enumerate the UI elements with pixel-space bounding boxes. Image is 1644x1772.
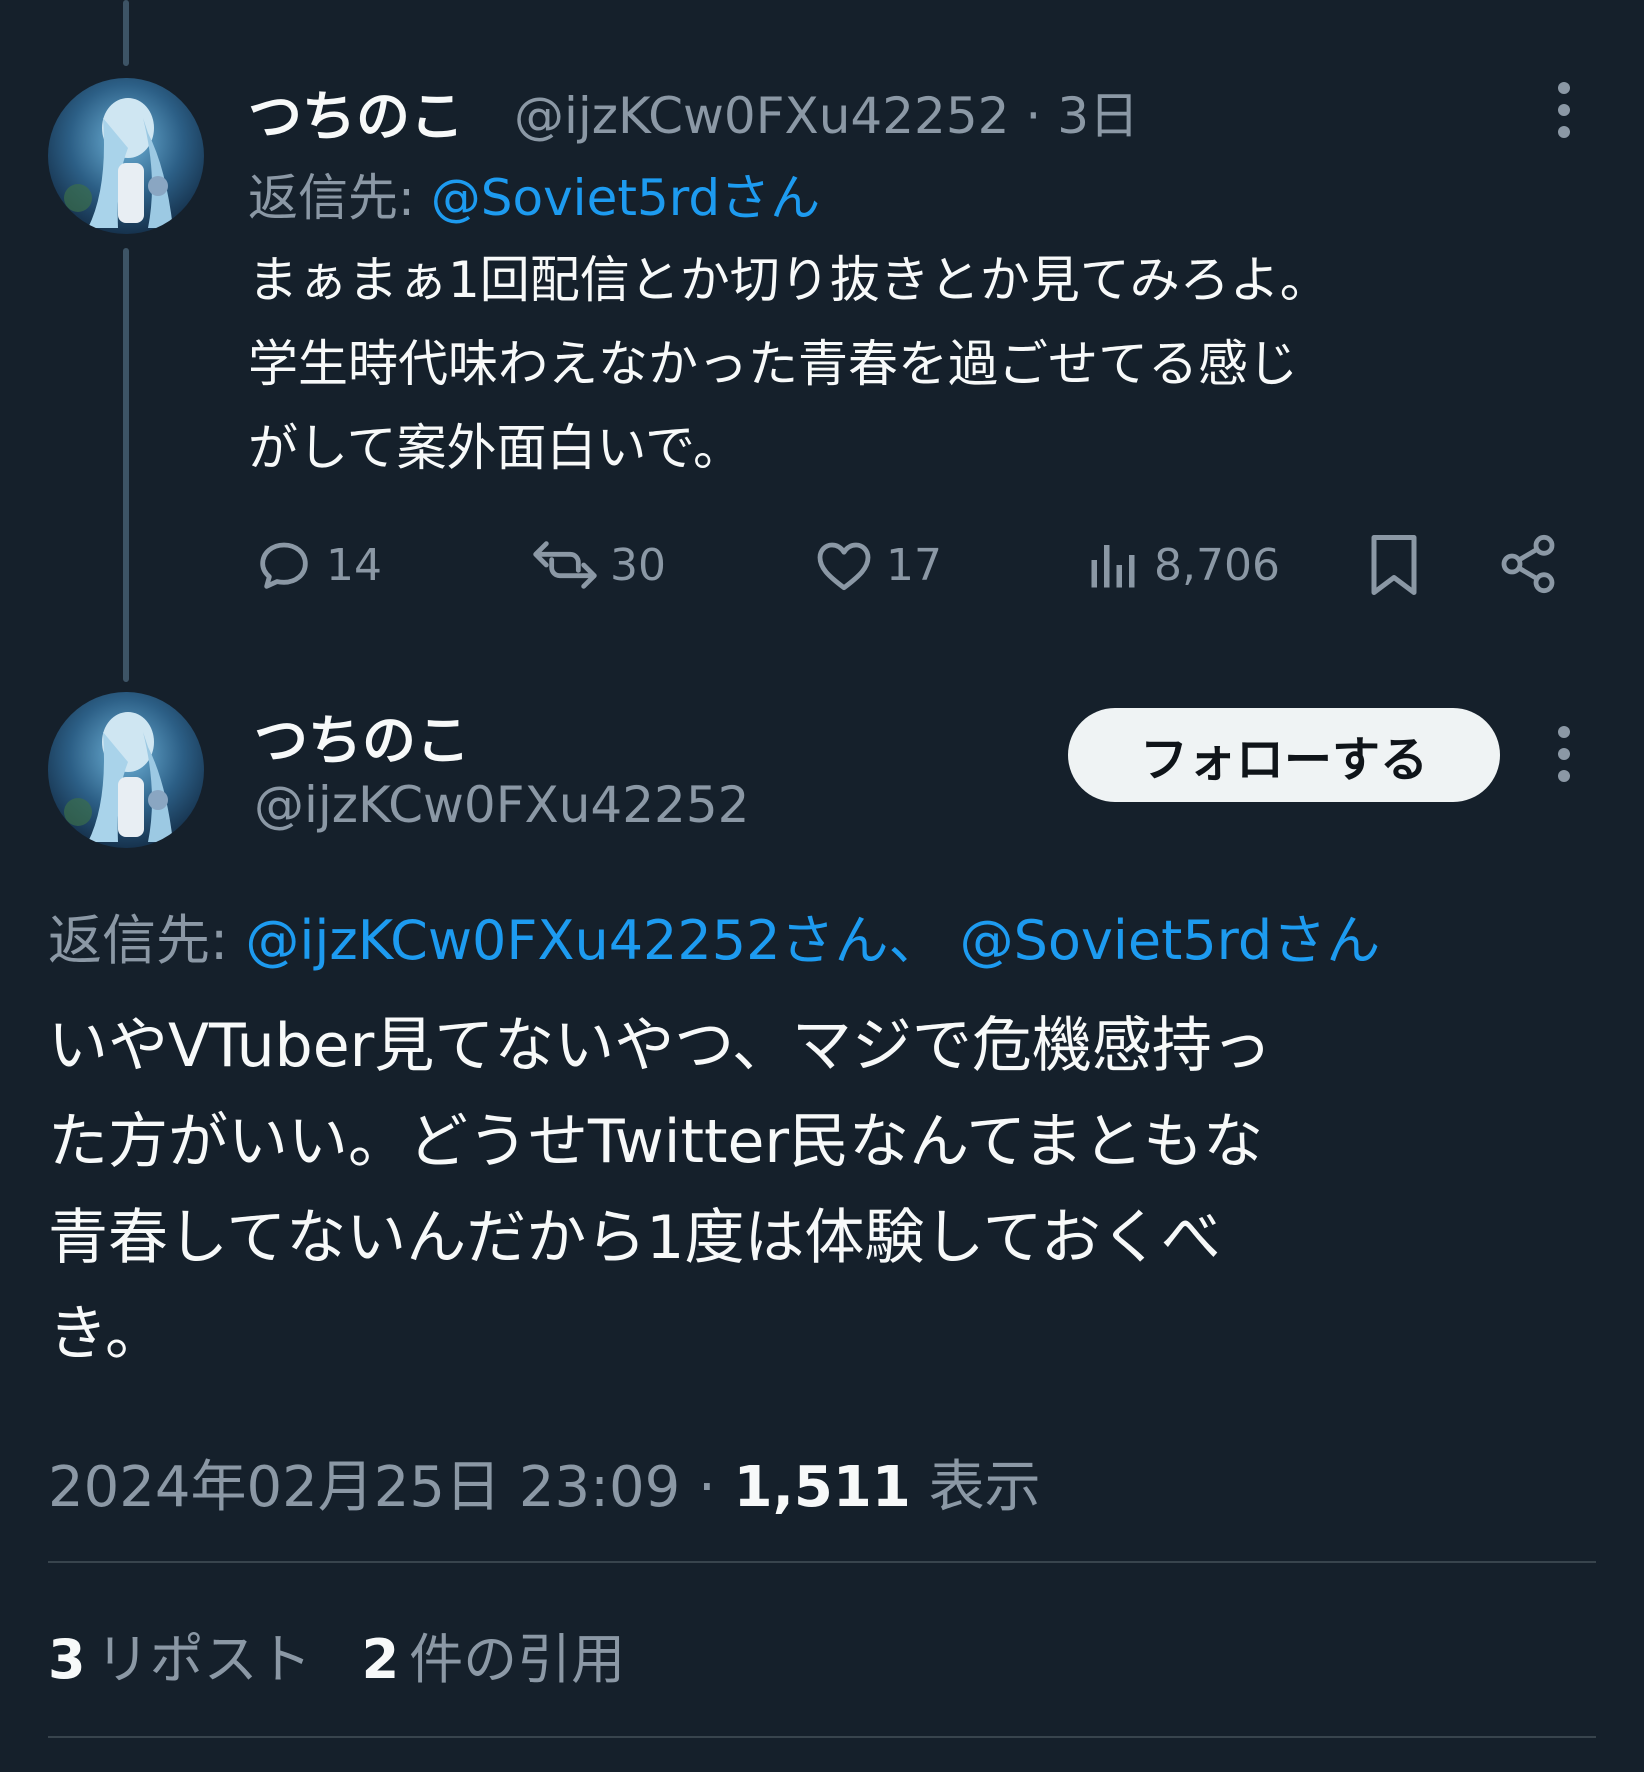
quotes-count: 2 <box>361 1628 400 1691</box>
like-icon <box>817 542 871 591</box>
follow-button[interactable]: フォローする <box>1068 708 1500 802</box>
separator-dot: · <box>1025 87 1042 145</box>
display-name[interactable]: つちのこ <box>248 72 464 151</box>
reposts-stat[interactable]: 3 リポスト <box>48 1615 312 1694</box>
tweet-text-line: 青春してないんだから1度は体験しておくべ <box>48 1203 1221 1273</box>
handle-time-line: @ijzKCw0FXu42252 · 3日 <box>514 76 1139 148</box>
share-icon[interactable] <box>1496 532 1560 596</box>
repost-button[interactable]: 30 <box>530 530 666 600</box>
view-label: 表示 <box>928 1455 1041 1520</box>
reposts-count: 3 <box>48 1628 86 1691</box>
reply-to-label: 返信先: <box>48 909 229 972</box>
views-icon <box>1091 545 1135 588</box>
views-button[interactable]: 8,706 <box>1084 530 1280 600</box>
quotes-label: 件の引用 <box>409 1628 626 1691</box>
view-count: 1,511 <box>733 1455 911 1520</box>
engagement-stats: 3 リポスト 2 件の引用 <box>48 1615 625 1694</box>
reply-to-link[interactable]: @ijzKCw0FXu42252さん、 <box>245 909 942 972</box>
avatar[interactable] <box>48 78 204 234</box>
reply-to-line: 返信先: @ijzKCw0FXu42252さん、 @Soviet5rdさん <box>48 896 1380 975</box>
tweet-text: まぁまぁ1回配信とか切り抜きとか見てみろよ。 学生時代味わえなかった青春を過ごせ… <box>248 238 1330 490</box>
tweet-text-line: まぁまぁ1回配信とか切り抜きとか見てみろよ。 <box>248 251 1330 309</box>
timestamp-line: 2024年02月25日 23:09 · 1,511 表示 <box>48 1442 1041 1523</box>
views-count: 8,706 <box>1154 539 1280 591</box>
tweet-text-line: た方がいい。どうせTwitter民なんてまともな <box>48 1107 1264 1177</box>
tweet-text-line: き。 <box>48 1299 165 1369</box>
reposts-label: リポスト <box>95 1628 312 1691</box>
divider <box>48 1736 1596 1738</box>
thread-line-bottom <box>123 248 129 682</box>
more-icon[interactable] <box>1554 80 1574 140</box>
reply-to-link[interactable]: @Soviet5rdさん <box>960 909 1381 972</box>
avatar[interactable] <box>48 692 204 848</box>
quotes-stat[interactable]: 2 件の引用 <box>362 1615 626 1694</box>
time-ago[interactable]: 3日 <box>1057 87 1139 145</box>
like-button[interactable]: 17 <box>812 530 942 600</box>
repost-count: 30 <box>610 539 666 591</box>
tweet-text: いやVTuber見てないやつ、マジで危機感持っ た方がいい。どうせTwitter… <box>48 998 1272 1382</box>
display-name[interactable]: つちのこ <box>254 696 470 775</box>
divider <box>48 1561 1596 1563</box>
reply-to-label: 返信先: <box>248 169 415 227</box>
reply-to-link[interactable]: @Soviet5rdさん <box>431 169 820 227</box>
more-icon[interactable] <box>1554 724 1574 784</box>
separator-dot: · <box>698 1455 716 1520</box>
like-count: 17 <box>886 539 942 591</box>
bookmark-icon[interactable] <box>1364 530 1424 600</box>
reply-to-line: 返信先: @Soviet5rdさん <box>248 158 820 230</box>
reply-button[interactable]: 14 <box>252 530 382 600</box>
tweet-text-line: 学生時代味わえなかった青春を過ごせてる感じ <box>248 335 1298 393</box>
reply-count: 14 <box>326 539 382 591</box>
handle[interactable]: @ijzKCw0FXu42252 <box>514 87 1009 145</box>
repost-icon <box>533 541 597 589</box>
thread-line-top <box>123 0 129 66</box>
timestamp[interactable]: 2024年02月25日 23:09 <box>48 1455 680 1520</box>
tweet-text-line: がして案外面白いで。 <box>248 419 743 477</box>
handle[interactable]: @ijzKCw0FXu42252 <box>254 776 749 834</box>
reply-icon <box>260 542 308 589</box>
tweet-text-line: いやVTuber見てないやつ、マジで危機感持っ <box>48 1011 1272 1081</box>
